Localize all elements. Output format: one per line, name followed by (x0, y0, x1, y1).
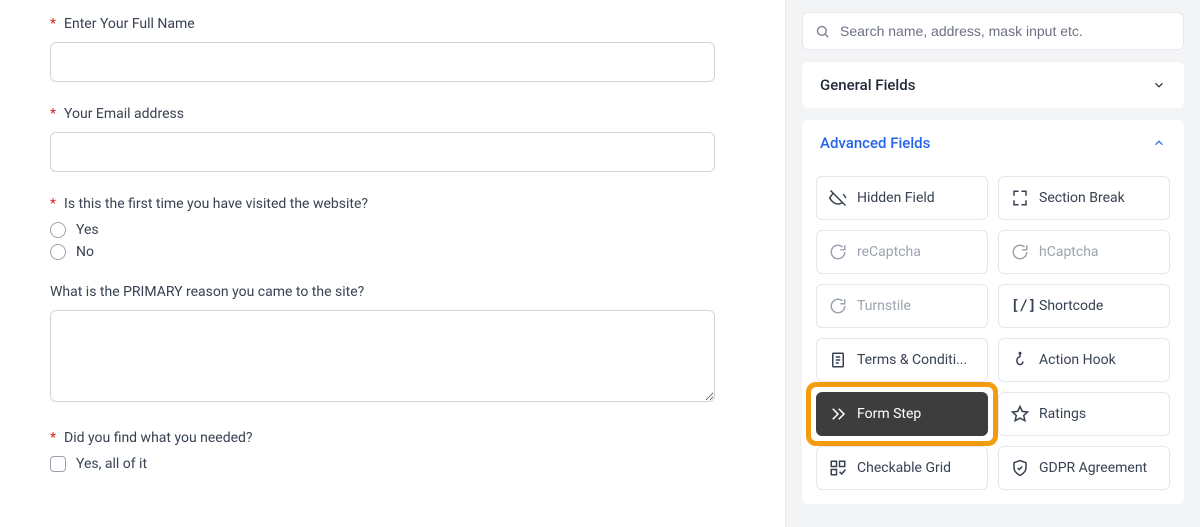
search-box[interactable] (802, 12, 1184, 50)
radio-option-no[interactable]: No (50, 244, 735, 260)
field-picker-sidebar: General Fields Advanced Fields Hidden Fi… (785, 0, 1200, 527)
section-icon (1011, 189, 1029, 207)
radio-label: No (76, 244, 94, 260)
radio-label: Yes (76, 222, 99, 238)
hcaptcha-icon (1011, 243, 1029, 261)
radio-icon (50, 222, 66, 238)
accordion-advanced-fields-panel: Advanced Fields Hidden Field Section Bre… (802, 120, 1184, 504)
accordion-title: Advanced Fields (820, 134, 930, 152)
search-icon (815, 24, 830, 39)
input-email[interactable] (50, 132, 715, 172)
required-asterisk: * (50, 430, 56, 446)
star-icon (1011, 405, 1029, 423)
step-icon (829, 405, 847, 423)
field-card-checkable-grid[interactable]: Checkable Grid (816, 446, 988, 490)
field-card-label: Checkable Grid (857, 460, 951, 476)
accordion-title: General Fields (820, 76, 915, 94)
field-first-time: * Is this the first time you have visite… (50, 196, 735, 260)
terms-icon (829, 351, 847, 369)
field-card-label: Form Step (857, 406, 921, 422)
required-asterisk: * (50, 16, 56, 32)
field-card-shortcode[interactable]: [/] Shortcode (998, 284, 1170, 328)
label-primary-reason: What is the PRIMARY reason you came to t… (50, 284, 364, 300)
checkbox-option-all[interactable]: Yes, all of it (50, 456, 735, 472)
field-card-hcaptcha[interactable]: hCaptcha (998, 230, 1170, 274)
field-email: * Your Email address (50, 106, 735, 172)
field-card-recaptcha[interactable]: reCaptcha (816, 230, 988, 274)
turnstile-icon (829, 297, 847, 315)
label-found: Did you find what you needed? (64, 430, 253, 446)
recaptcha-icon (829, 243, 847, 261)
field-card-label: GDPR Agreement (1039, 460, 1147, 476)
highlight-form-step: Form Step (816, 392, 988, 436)
chevron-down-icon (1152, 78, 1166, 92)
required-asterisk: * (50, 106, 56, 122)
field-found: * Did you find what you needed? Yes, all… (50, 430, 735, 472)
hook-icon (1011, 351, 1029, 369)
field-card-label: hCaptcha (1039, 244, 1099, 260)
field-card-label: reCaptcha (857, 244, 921, 260)
field-card-terms[interactable]: Terms & Conditi... (816, 338, 988, 382)
field-card-hidden-field[interactable]: Hidden Field (816, 176, 988, 220)
field-card-form-step[interactable]: Form Step (816, 392, 988, 436)
field-card-label: Terms & Conditi... (857, 352, 967, 368)
search-input[interactable] (840, 23, 1171, 39)
field-card-label: Action Hook (1039, 352, 1116, 368)
checkbox-icon (50, 456, 66, 472)
field-card-turnstile[interactable]: Turnstile (816, 284, 988, 328)
field-card-ratings[interactable]: Ratings (998, 392, 1170, 436)
field-card-action-hook[interactable]: Action Hook (998, 338, 1170, 382)
accordion-general-fields[interactable]: General Fields (802, 62, 1184, 108)
advanced-field-grid: Hidden Field Section Break reCaptcha hCa… (802, 166, 1184, 504)
radio-group-first-time: Yes No (50, 222, 735, 260)
field-primary-reason: What is the PRIMARY reason you came to t… (50, 284, 735, 406)
field-card-label: Hidden Field (857, 190, 935, 206)
label-email: Your Email address (64, 106, 184, 122)
field-card-label: Section Break (1039, 190, 1125, 206)
label-first-time: Is this the first time you have visited … (64, 196, 368, 212)
shortcode-icon: [/] (1011, 297, 1029, 315)
radio-option-yes[interactable]: Yes (50, 222, 735, 238)
required-asterisk: * (50, 196, 56, 212)
field-card-label: Ratings (1039, 406, 1086, 422)
field-card-gdpr[interactable]: GDPR Agreement (998, 446, 1170, 490)
textarea-primary-reason[interactable] (50, 310, 715, 402)
accordion-advanced-fields[interactable]: Advanced Fields (802, 120, 1184, 166)
label-name: Enter Your Full Name (64, 16, 195, 32)
field-card-label: Shortcode (1039, 298, 1103, 314)
field-card-label: Turnstile (857, 298, 911, 314)
form-canvas: * Enter Your Full Name * Your Email addr… (0, 0, 785, 527)
radio-icon (50, 244, 66, 260)
grid-icon (829, 459, 847, 477)
field-card-section-break[interactable]: Section Break (998, 176, 1170, 220)
hidden-icon (829, 189, 847, 207)
shield-icon (1011, 459, 1029, 477)
chevron-up-icon (1152, 136, 1166, 150)
checkbox-label: Yes, all of it (76, 456, 147, 472)
field-name: * Enter Your Full Name (50, 16, 735, 82)
input-name[interactable] (50, 42, 715, 82)
